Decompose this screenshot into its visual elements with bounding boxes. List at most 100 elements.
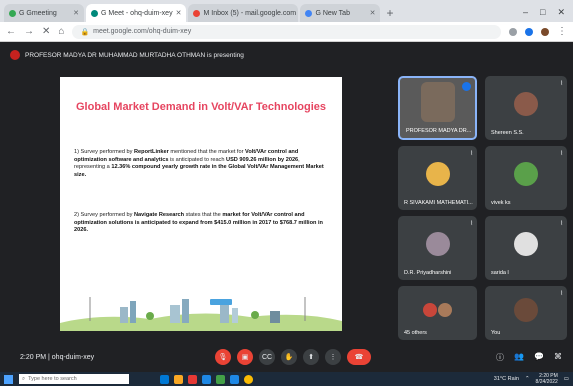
slide-bullet-2: 2) Survey performed by Navigate Research… [74, 212, 332, 235]
window-controls: – □ ✕ [523, 7, 573, 22]
people-icon[interactable]: 👥 [514, 352, 524, 363]
taskbar-app-icon[interactable] [202, 374, 211, 384]
participant-avatar [438, 302, 453, 317]
more-options-button[interactable]: ⋮ [325, 349, 341, 365]
end-call-button[interactable]: ☎ [347, 349, 371, 365]
activities-icon[interactable]: ⌘ [554, 352, 562, 363]
menu-kebab-icon[interactable]: ⋮ [557, 26, 567, 37]
raise-hand-button[interactable]: ✋ [281, 349, 297, 365]
taskbar-app-icon[interactable] [188, 374, 197, 384]
presentation-slide: Global Market Demand in Volt/VAr Technol… [60, 77, 342, 331]
taskbar-app-icon[interactable] [230, 374, 239, 384]
text-run: is anticipated to reach [168, 156, 227, 163]
participant-name: R SIVAKAMI MATHEMATI... [404, 200, 473, 206]
participant-tile[interactable]: ⌇ vivek ks [485, 146, 567, 210]
windows-taskbar: ⌕ Type here to search 31°C Rain ⌃ 2:20 P… [0, 372, 573, 386]
text-run: mentioned that the market for [168, 149, 246, 155]
text-run-bold: USD 909.26 million by 2026 [226, 156, 299, 163]
participant-name: 45 others [404, 330, 427, 336]
taskbar-app-icon[interactable] [174, 374, 183, 384]
mic-off-button[interactable]: 🎙 [215, 349, 231, 365]
minimize-button[interactable]: – [523, 7, 528, 18]
participant-name: D.R. Priyadharshini [404, 270, 452, 276]
network-icon[interactable]: ⌃ [525, 376, 530, 382]
extension-icon[interactable] [509, 27, 517, 36]
participant-name: vivek ks [491, 200, 511, 206]
chrome-taskbar-icon[interactable] [244, 374, 253, 384]
participant-avatar [514, 92, 538, 117]
info-icon[interactable]: ⓘ [496, 352, 504, 363]
back-arrow-icon[interactable]: ← [6, 26, 16, 37]
participant-tile[interactable]: ⌇ Shereen S.S. [485, 76, 567, 140]
participant-tile[interactable]: 45 others [398, 286, 477, 340]
mic-off-icon: ⌇ [560, 81, 563, 87]
browser-tab-3[interactable]: G New Tab ✕ [300, 4, 381, 22]
slide-bullet-1: 1) Survey performed by ReportLinker ment… [74, 149, 332, 179]
tab-label: G Gmeeting [19, 9, 57, 17]
close-window-button[interactable]: ✕ [557, 7, 565, 18]
tab-close-icon[interactable]: ✕ [176, 9, 182, 17]
profile-avatar-icon[interactable] [541, 27, 549, 36]
participant-avatar [425, 232, 450, 257]
participant-avatar [422, 302, 437, 317]
tab-label: G Meet - ohq-duim-xey [101, 9, 173, 17]
tab-close-icon[interactable]: ✕ [370, 9, 376, 17]
presenter-avatar [10, 50, 20, 60]
browser-tab-1[interactable]: G Meet - ohq-duim-xey ✕ [86, 4, 187, 22]
participant-tile[interactable]: ⌇ sarida l [485, 216, 567, 280]
windows-start-icon[interactable] [4, 374, 13, 384]
system-tray: 31°C Rain ⌃ 2:20 PM 8/24/2022 ▭ [494, 373, 569, 385]
browser-tab-strip: G Gmeeting ✕ G Meet - ohq-duim-xey ✕ M I… [0, 0, 573, 22]
meeting-time-and-code: 2:20 PM | ohq-duim-xey [20, 353, 95, 361]
participant-avatar [514, 232, 538, 257]
tab-favicon-icon [305, 9, 313, 17]
browser-tab-0[interactable]: G Gmeeting ✕ [4, 4, 84, 22]
taskbar-search-box[interactable]: ⌕ Type here to search [19, 374, 129, 384]
forward-arrow-icon[interactable]: → [24, 26, 34, 37]
taskbar-pinned-apps [160, 374, 253, 384]
call-controls: 🎙 ▣ CC ✋ ⬆ ⋮ ☎ [215, 349, 371, 365]
lock-icon: 🔒 [80, 28, 90, 36]
mic-off-icon: ⌇ [560, 291, 563, 297]
taskbar-clock[interactable]: 2:20 PM 8/24/2022 [536, 373, 558, 385]
tab-favicon-icon [193, 9, 201, 17]
text-run-bold: ReportLinker [134, 149, 169, 155]
taskbar-app-icon[interactable] [160, 374, 169, 384]
text-run: 2) Survey performed by [74, 212, 135, 218]
presenter-banner: PROFESOR MADYA DR MUHAMMAD MURTADHA OTHM… [10, 50, 244, 60]
participant-tile[interactable]: ⌇ R SIVAKAMI MATHEMATI... [398, 146, 477, 210]
participant-avatar [514, 297, 538, 322]
text-run: states that the [184, 212, 223, 218]
reload-icon[interactable]: ✕ [42, 26, 50, 37]
text-run-bold: Navigate Research [134, 212, 185, 218]
participant-tile[interactable]: ⌇ D.R. Priyadharshini [398, 216, 477, 280]
captions-button[interactable]: CC [259, 349, 275, 365]
participant-video [420, 82, 455, 122]
participant-name: sarida l [491, 270, 509, 276]
mic-off-icon: ⌇ [560, 221, 563, 227]
slide-title: Global Market Demand in Volt/VAr Technol… [76, 101, 326, 113]
home-icon[interactable]: ⌂ [58, 26, 64, 37]
taskbar-app-icon[interactable] [216, 374, 225, 384]
taskbar-search-placeholder: Type here to search [28, 376, 77, 382]
participant-avatar [514, 162, 538, 187]
browser-tab-2[interactable]: M Inbox (5) - mail.google.com ✕ [188, 4, 299, 22]
meeting-control-bar: 2:20 PM | ohq-duim-xey 🎙 ▣ CC ✋ ⬆ ⋮ ☎ ⓘ … [0, 342, 573, 372]
present-button[interactable]: ⬆ [303, 349, 319, 365]
presenter-text: PROFESOR MADYA DR MUHAMMAD MURTADHA OTHM… [25, 51, 244, 59]
speaking-indicator-icon [462, 82, 471, 91]
smart-city-illustration [60, 297, 342, 331]
notifications-icon[interactable]: ▭ [564, 376, 569, 382]
new-tab-button[interactable]: + [382, 6, 399, 22]
tab-close-icon[interactable]: ✕ [73, 9, 79, 17]
extension-icon[interactable] [525, 27, 533, 36]
chat-icon[interactable]: 💬 [534, 352, 544, 363]
text-run: 1) Survey performed by [74, 149, 135, 155]
participant-tile[interactable]: PROFESOR MADYA DR... [398, 76, 477, 140]
participant-tile[interactable]: ⌇ You [485, 286, 567, 340]
text-run-bold: 12.36% compound yearly growth rate in th… [74, 164, 324, 178]
camera-off-button[interactable]: ▣ [237, 349, 253, 365]
tab-favicon-icon [91, 9, 98, 17]
url-field[interactable]: 🔒 meet.google.com/ohq-duim-xey [72, 24, 501, 39]
maximize-button[interactable]: □ [540, 7, 545, 18]
